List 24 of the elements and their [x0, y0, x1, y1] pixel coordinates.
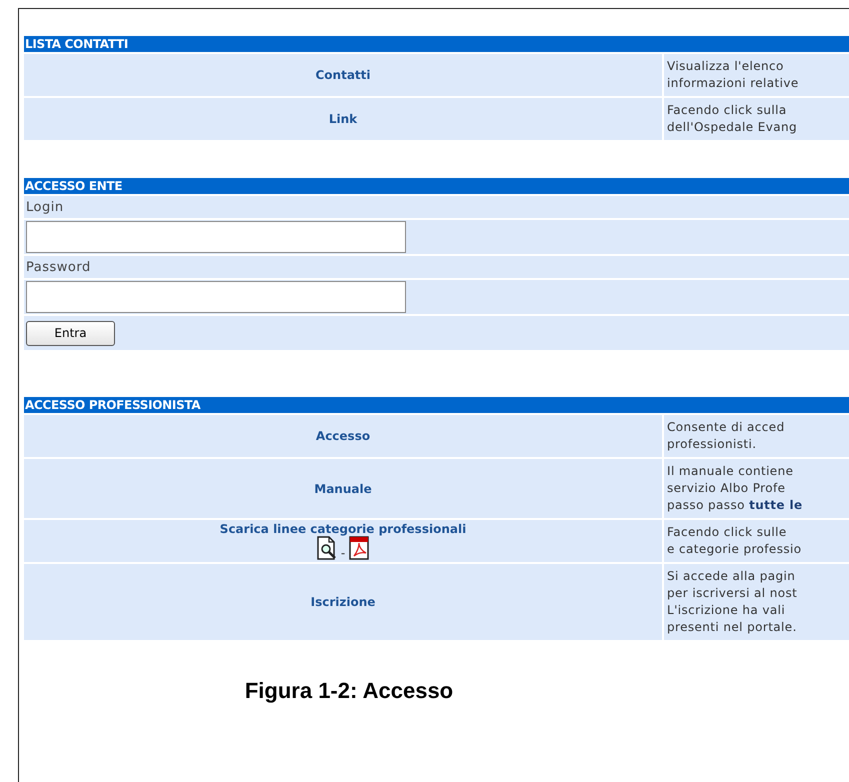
input-field[interactable]	[26, 221, 406, 253]
description-text: Visualizza l'elenco informazioni relative	[667, 58, 800, 92]
description-text: Facendo click sulle e categorie professio	[667, 524, 802, 558]
document-magnifier-icon[interactable]	[316, 536, 338, 560]
pdf-icon[interactable]	[348, 536, 370, 560]
section-link[interactable]: Manuale	[314, 482, 372, 496]
field-label: Password	[26, 260, 91, 274]
section-link[interactable]: Contatti	[315, 68, 370, 82]
figure-caption: Figura 1-2: Accesso	[244, 678, 454, 704]
section-header: LISTA CONTATTI	[24, 36, 849, 52]
section-header: ACCESSO PROFESSIONISTA	[24, 397, 849, 413]
section-link[interactable]: Accesso	[316, 429, 370, 443]
entra-button[interactable]: Entra	[26, 320, 115, 346]
description-text: Il manuale contiene servizio Albo Profe passo passo tutte le	[667, 463, 804, 514]
description-text: Consente di acced professionisti.	[667, 419, 786, 453]
section-link[interactable]: Iscrizione	[310, 595, 376, 609]
description-text: Facendo click sulla dell'Ospedale Evang	[667, 102, 798, 136]
field-label: Login	[26, 200, 64, 214]
section-link[interactable]: Scarica linee categorie professionali	[220, 522, 466, 536]
description-text: Si accede alla pagin per iscriversi al nost L'iscrizione ha vali presenti nel portale.	[667, 568, 798, 636]
input-field[interactable]	[26, 281, 406, 313]
section-link[interactable]: Link	[328, 112, 358, 126]
section-header: ACCESSO ENTE	[24, 178, 849, 194]
separator-text: -	[340, 546, 346, 560]
